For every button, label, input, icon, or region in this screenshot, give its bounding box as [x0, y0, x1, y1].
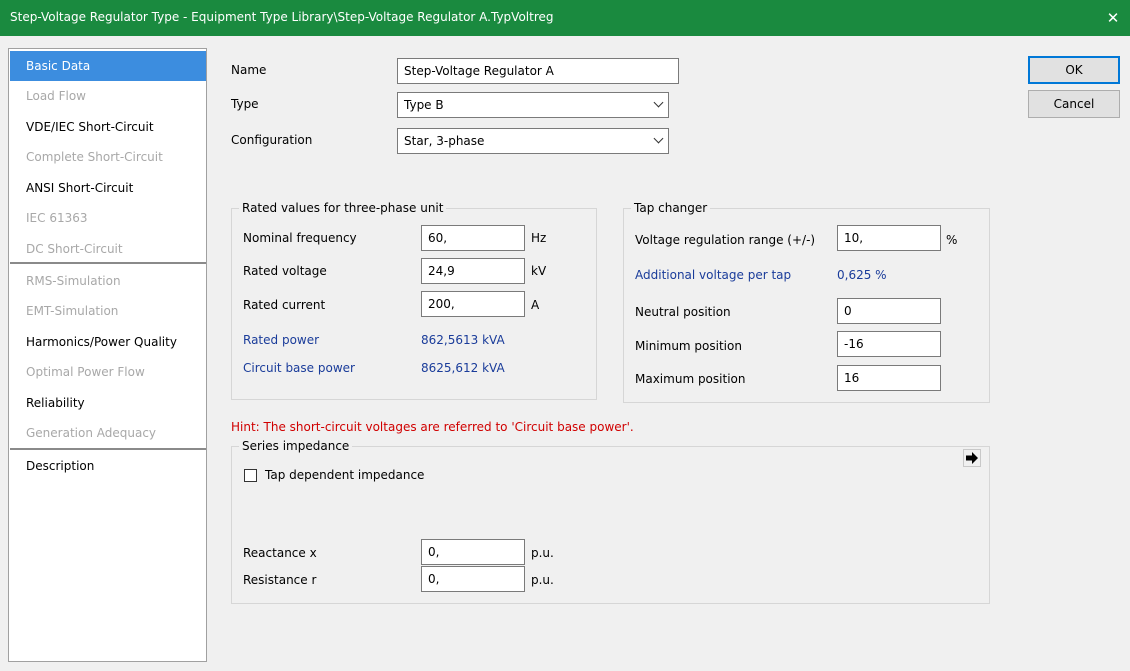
title-bar: Step-Voltage Regulator Type - Equipment … — [0, 0, 1130, 36]
nav-separator — [10, 262, 206, 264]
tap-changer-title: Tap changer — [631, 201, 711, 215]
chevron-down-icon — [653, 97, 664, 108]
page-navigation: Basic Data Load Flow VDE/IEC Short-Circu… — [8, 48, 207, 662]
voltage-regulation-range-label: Voltage regulation range (+/-) — [635, 233, 816, 247]
minimum-position-input[interactable]: -16 — [837, 331, 941, 357]
nav-item-load-flow[interactable]: Load Flow — [10, 81, 206, 111]
reactance-x-input[interactable]: 0, — [421, 539, 525, 565]
chevron-down-icon — [653, 133, 664, 144]
rated-values-title: Rated values for three-phase unit — [239, 201, 447, 215]
nav-item-generation-adequacy[interactable]: Generation Adequacy — [10, 418, 206, 448]
additional-voltage-per-tap-value: 0,625 % — [837, 268, 887, 282]
reactance-x-unit: p.u. — [531, 546, 554, 560]
nav-item-basic-data[interactable]: Basic Data — [10, 51, 206, 81]
type-select-value: Type B — [404, 98, 444, 112]
nav-item-harmonics-power-quality[interactable]: Harmonics/Power Quality — [10, 327, 206, 357]
nav-separator — [10, 448, 206, 450]
nav-item-complete-short-circuit[interactable]: Complete Short-Circuit — [10, 142, 206, 172]
tap-dependent-impedance-checkbox[interactable] — [244, 469, 257, 482]
nav-item-rms-simulation[interactable]: RMS-Simulation — [10, 266, 206, 296]
voltage-regulation-range-input[interactable]: 10, — [837, 225, 941, 251]
nav-item-emt-simulation[interactable]: EMT-Simulation — [10, 296, 206, 326]
configuration-select-value: Star, 3-phase — [404, 134, 485, 148]
nav-item-iec-61363[interactable]: IEC 61363 — [10, 203, 206, 233]
hint-text: Hint: The short-circuit voltages are ref… — [231, 420, 634, 434]
neutral-position-input[interactable]: 0 — [837, 298, 941, 324]
name-input[interactable]: Step-Voltage Regulator A — [397, 58, 679, 84]
neutral-position-label: Neutral position — [635, 305, 731, 319]
tap-dependent-impedance-label: Tap dependent impedance — [265, 468, 425, 482]
type-label: Type — [231, 97, 259, 111]
rated-power-value: 862,5613 kVA — [421, 333, 505, 347]
circuit-base-power-value: 8625,612 kVA — [421, 361, 505, 375]
maximum-position-label: Maximum position — [635, 372, 746, 386]
type-select[interactable]: Type B — [397, 92, 669, 118]
configuration-select[interactable]: Star, 3-phase — [397, 128, 669, 154]
rated-current-input[interactable]: 200, — [421, 291, 525, 317]
rated-current-label: Rated current — [243, 298, 326, 312]
configuration-label: Configuration — [231, 133, 313, 147]
nominal-frequency-unit: Hz — [531, 231, 547, 245]
ok-button[interactable]: OK — [1028, 56, 1120, 84]
rated-voltage-unit: kV — [531, 264, 547, 278]
window-title: Step-Voltage Regulator Type - Equipment … — [10, 10, 554, 24]
rated-voltage-label: Rated voltage — [243, 264, 327, 278]
rated-voltage-input[interactable]: 24,9 — [421, 258, 525, 284]
rated-current-unit: A — [531, 298, 540, 312]
voltage-regulation-range-unit: % — [946, 233, 958, 247]
nav-item-ansi-short-circuit[interactable]: ANSI Short-Circuit — [10, 173, 206, 203]
resistance-r-unit: p.u. — [531, 573, 554, 587]
nav-item-description[interactable]: Description — [10, 451, 206, 481]
series-impedance-title: Series impedance — [239, 439, 353, 453]
resistance-r-input[interactable]: 0, — [421, 566, 525, 592]
arrow-right-icon[interactable] — [963, 449, 981, 467]
minimum-position-label: Minimum position — [635, 339, 742, 353]
cancel-button[interactable]: Cancel — [1028, 90, 1120, 118]
name-label: Name — [231, 63, 267, 77]
maximum-position-input[interactable]: 16 — [837, 365, 941, 391]
nominal-frequency-label: Nominal frequency — [243, 231, 357, 245]
circuit-base-power-label: Circuit base power — [243, 361, 355, 375]
nav-item-optimal-power-flow[interactable]: Optimal Power Flow — [10, 357, 206, 387]
nominal-frequency-input[interactable]: 60, — [421, 225, 525, 251]
additional-voltage-per-tap-label: Additional voltage per tap — [635, 268, 792, 282]
nav-item-vde-iec-short-circuit[interactable]: VDE/IEC Short-Circuit — [10, 112, 206, 142]
reactance-x-label: Reactance x — [243, 546, 317, 560]
nav-item-dc-short-circuit[interactable]: DC Short-Circuit — [10, 234, 206, 264]
rated-power-label: Rated power — [243, 333, 320, 347]
nav-item-reliability[interactable]: Reliability — [10, 388, 206, 418]
close-icon[interactable]: ✕ — [1100, 4, 1126, 32]
resistance-r-label: Resistance r — [243, 573, 317, 587]
